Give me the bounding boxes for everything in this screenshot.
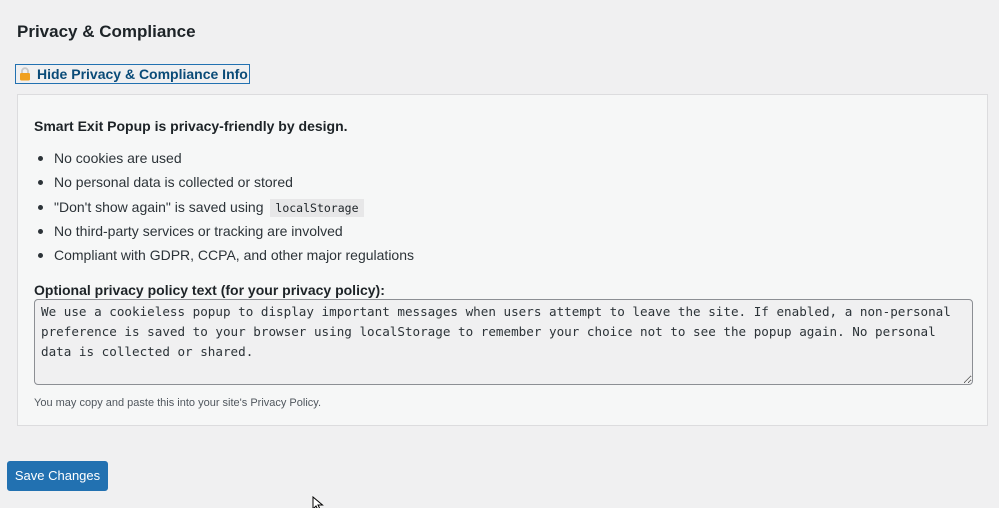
list-item: No cookies are used <box>34 149 414 173</box>
list-item: "Don't show again" is saved using localS… <box>34 198 414 222</box>
settings-page: Privacy & Compliance Hide Privacy & Comp… <box>0 0 999 508</box>
policy-text-textarea[interactable]: We use a cookieless popup to display imp… <box>34 299 973 385</box>
privacy-info-panel: Smart Exit Popup is privacy-friendly by … <box>17 94 988 426</box>
lock-icon <box>18 67 32 81</box>
copy-hint: You may copy and paste this into your si… <box>34 397 322 409</box>
mouse-cursor-icon <box>312 495 325 508</box>
list-item: Compliant with GDPR, CCPA, and other maj… <box>34 246 414 270</box>
intro-text: Smart Exit Popup is privacy-friendly by … <box>34 118 348 134</box>
toggle-label: Hide Privacy & Compliance Info <box>37 66 248 82</box>
toggle-privacy-info-link[interactable]: Hide Privacy & Compliance Info <box>15 64 250 84</box>
feature-list: No cookies are used No personal data is … <box>34 149 414 270</box>
policy-text-label: Optional privacy policy text (for your p… <box>34 282 385 298</box>
list-item: No personal data is collected or stored <box>34 173 414 197</box>
save-button[interactable]: Save Changes <box>7 461 108 491</box>
code-snippet: localStorage <box>270 198 364 217</box>
section-title: Privacy & Compliance <box>17 22 196 41</box>
list-item: No third-party services or tracking are … <box>34 222 414 246</box>
